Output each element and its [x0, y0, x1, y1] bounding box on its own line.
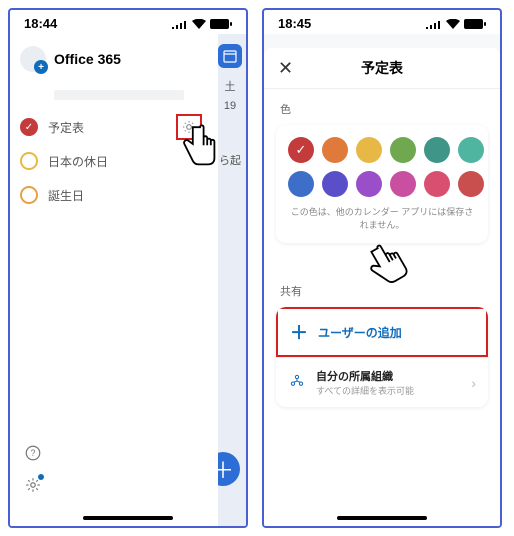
calendar-item-birthdays[interactable]: 誕生日 [20, 178, 208, 212]
status-indicators [172, 19, 232, 29]
avatar: + [20, 46, 46, 72]
color-swatch[interactable] [322, 137, 348, 163]
status-indicators [426, 19, 486, 29]
calendar-view-icon[interactable] [218, 44, 242, 68]
signal-icon [172, 19, 188, 29]
account-name: Office 365 [54, 51, 121, 67]
calendar-label: 日本の休日 [48, 153, 108, 170]
organization-subtitle: すべての詳細を表示可能 [316, 384, 461, 397]
check-icon: ✓ [296, 142, 307, 158]
color-swatch[interactable] [322, 171, 348, 197]
behind-date: 19 [214, 100, 246, 112]
organization-title: 自分の所属組織 [316, 368, 461, 384]
calendar-checkbox[interactable] [20, 152, 38, 170]
notification-dot [38, 474, 44, 480]
color-grid: ✓ [288, 137, 476, 197]
calendar-checkbox-checked[interactable]: ✓ [20, 118, 38, 136]
help-icon[interactable]: ? [22, 442, 44, 464]
color-swatch[interactable] [424, 137, 450, 163]
account-detail-placeholder [54, 90, 184, 100]
calendar-sidebar: + Office 365 ✓ 予定表 日本の休日 誕生日 ? [10, 34, 218, 526]
color-note: この色は、他のカレンダー アプリには保存されません。 [288, 205, 476, 231]
color-swatch[interactable] [356, 171, 382, 197]
svg-text:?: ? [30, 448, 35, 458]
wifi-icon [192, 19, 206, 29]
home-indicator [337, 516, 427, 520]
account-row[interactable]: + Office 365 [20, 46, 208, 72]
color-swatch[interactable] [356, 137, 382, 163]
organization-row[interactable]: 自分の所属組織 すべての詳細を表示可能 › [276, 357, 488, 407]
plus-icon: ＋ [290, 319, 308, 345]
calendar-label: 予定表 [48, 119, 84, 136]
color-swatch[interactable] [458, 137, 484, 163]
phone-left: 18:44 土 19 ら起 ＋ + Office 365 ✓ 予定表 [8, 8, 248, 528]
wifi-icon [446, 19, 460, 29]
settings-icon[interactable] [22, 474, 44, 496]
color-swatch[interactable]: ✓ [288, 137, 314, 163]
calendar-behind-panel: 土 19 ら起 ＋ [214, 34, 246, 526]
status-time: 18:44 [24, 16, 57, 31]
modal-header: ✕ 予定表 [264, 48, 500, 89]
calendar-label: 誕生日 [48, 187, 84, 204]
calendar-checkbox[interactable] [20, 186, 38, 204]
color-swatch[interactable] [424, 171, 450, 197]
hand-cursor [364, 238, 414, 298]
color-swatch[interactable] [288, 171, 314, 197]
status-bar: 18:45 [264, 10, 500, 37]
colors-section-label: 色 [280, 101, 488, 117]
hand-cursor [175, 120, 225, 180]
modal-title: 予定表 [361, 58, 403, 78]
phone-right: 18:45 ✕ 予定表 色 ✓ この色は、他のカレンダー アプリには保存されませ… [262, 8, 502, 528]
share-list: ＋ ユーザーの追加 自分の所属組織 すべての詳細を表示可能 › [276, 307, 488, 407]
chevron-right-icon: › [471, 375, 476, 391]
close-button[interactable]: ✕ [278, 58, 293, 79]
color-swatch[interactable] [390, 171, 416, 197]
add-user-label: ユーザーの追加 [318, 324, 402, 341]
color-picker-card: ✓ この色は、他のカレンダー アプリには保存されません。 [276, 125, 488, 243]
organization-icon [288, 373, 306, 392]
home-indicator [83, 516, 173, 520]
battery-icon [210, 19, 232, 29]
status-time: 18:45 [278, 16, 311, 31]
color-swatch[interactable] [458, 171, 484, 197]
add-account-badge[interactable]: + [34, 60, 48, 74]
battery-icon [464, 19, 486, 29]
behind-day: 土 [214, 78, 246, 94]
signal-icon [426, 19, 442, 29]
status-bar: 18:44 [10, 10, 246, 37]
calendar-settings-modal: ✕ 予定表 色 ✓ この色は、他のカレンダー アプリには保存されません。 共有 … [264, 48, 500, 526]
color-swatch[interactable] [390, 137, 416, 163]
add-user-button[interactable]: ＋ ユーザーの追加 [276, 307, 488, 357]
